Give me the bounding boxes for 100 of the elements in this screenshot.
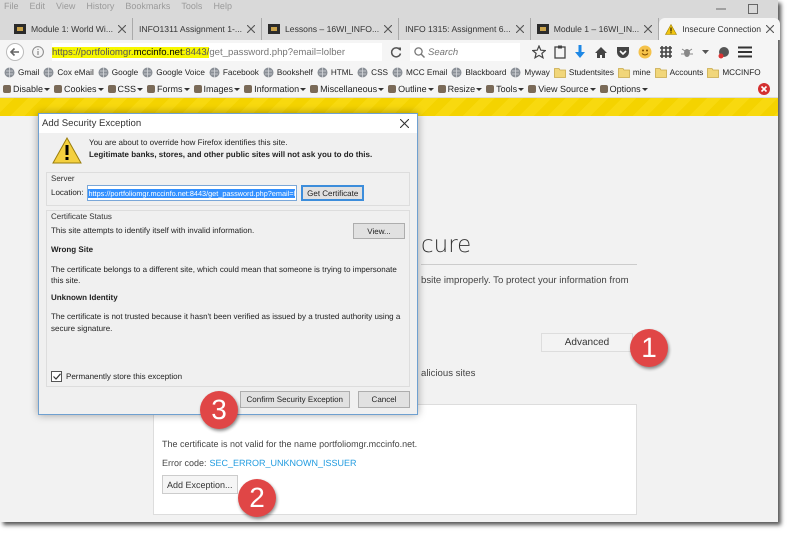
caret-icon	[44, 88, 50, 90]
dialog-button[interactable]: Confirm Security Exception	[240, 391, 350, 408]
site-icon	[536, 24, 549, 34]
checkbox-label: Permanently store this exception	[66, 370, 182, 382]
caret-icon	[184, 88, 190, 90]
bookmark[interactable]: Google Voice	[142, 67, 205, 78]
toolbar-menu[interactable]: Cookies	[53, 84, 104, 94]
star-icon[interactable]	[532, 45, 546, 59]
bookmark[interactable]: Blackboard	[451, 67, 506, 78]
page-heading: cure	[421, 232, 472, 258]
toolbar-menu[interactable]: Tools	[485, 84, 524, 94]
dialog-text: You are about to override how Firefox identifies this site.	[89, 137, 288, 149]
caret-icon[interactable]	[702, 50, 709, 54]
browser-tab[interactable]: Insecure Connection	[659, 18, 780, 40]
bookmark[interactable]: Google	[98, 67, 138, 78]
menu-icon[interactable]	[738, 46, 752, 58]
bookmark[interactable]: Facebook	[208, 67, 259, 78]
toolbar-menu[interactable]: Options	[598, 84, 648, 94]
site-icon	[268, 24, 280, 34]
panel-text: The certificate is not valid for the name portfoliomgr.mccinfo.net.	[162, 439, 418, 449]
search-icon	[414, 47, 425, 58]
close-icon[interactable]	[118, 25, 126, 33]
caret-icon	[642, 88, 648, 90]
folder-icon	[654, 67, 667, 78]
add-exception-button[interactable]: Add Exception...	[162, 475, 238, 494]
toolbar-menu[interactable]: Forms	[146, 84, 190, 94]
globe-icon	[451, 67, 462, 78]
bookmark[interactable]: MCC Email	[392, 67, 448, 78]
toolbar-menu[interactable]: Miscellaneous	[309, 84, 384, 94]
folder-icon	[618, 67, 630, 78]
maximize-icon[interactable]	[748, 4, 758, 14]
bookmark[interactable]: Bookshelf	[262, 67, 313, 78]
close-icon[interactable]	[644, 25, 652, 33]
close-icon[interactable]	[247, 25, 256, 33]
bookmark[interactable]: Studentsites	[554, 67, 614, 78]
globe-icon	[208, 67, 220, 78]
bookmark[interactable]: Myway	[510, 67, 550, 78]
toolbar-menu[interactable]: Resize	[436, 84, 482, 94]
globe-icon	[98, 67, 109, 78]
download-icon[interactable]	[574, 45, 586, 59]
page-text: alicious sites	[421, 368, 476, 380]
toolbar-menu[interactable]: CSS	[106, 84, 144, 94]
section-text: The certificate is not trusted because it hasn't been verified as issued by a trusted authority using a secure signature.	[51, 311, 402, 335]
toolbar-menu[interactable]: Images	[192, 84, 240, 94]
globe-icon	[142, 67, 154, 78]
globe-icon	[43, 67, 54, 78]
advanced-button[interactable]: Advanced	[541, 333, 633, 352]
back-icon[interactable]	[6, 43, 24, 61]
page-text: bsite improperly. To protect your information from	[421, 275, 630, 287]
toolbar-menu[interactable]: Disable	[2, 84, 50, 94]
info-icon[interactable]	[32, 46, 44, 58]
error-label: Error code:	[162, 458, 207, 468]
search-field[interactable]: Search	[410, 43, 520, 61]
caret-icon	[137, 88, 144, 90]
folder-icon	[554, 67, 566, 78]
bookmark[interactable]: HTML	[316, 67, 354, 78]
bookmark[interactable]: Cox eMail	[43, 67, 94, 78]
bookmark[interactable]: Accounts	[654, 67, 704, 78]
close-icon[interactable]	[400, 119, 409, 128]
close-icon[interactable]	[516, 25, 524, 33]
toolbar-menu[interactable]: Outline	[387, 84, 434, 94]
globe-icon	[4, 67, 15, 78]
bookmark[interactable]: MCCINFO	[707, 67, 761, 78]
caret-icon	[378, 88, 384, 90]
clipboard-icon[interactable]	[554, 45, 566, 59]
shield-icon[interactable]	[616, 46, 630, 58]
group-legend: Certificate Status	[51, 212, 405, 221]
globe-icon	[392, 67, 403, 78]
caret-icon	[300, 88, 306, 90]
globe-icon	[357, 67, 368, 78]
section-heading: Wrong Site	[51, 244, 94, 256]
bookmark[interactable]: Gmail	[4, 67, 40, 78]
globe-icon	[262, 67, 274, 78]
bookmark[interactable]: mine	[618, 67, 651, 78]
checkbox[interactable]	[51, 370, 62, 382]
home-icon[interactable]	[594, 46, 608, 58]
toolbar-menu[interactable]: View Source	[527, 84, 596, 94]
location-label: Location:	[51, 187, 84, 199]
section-heading: Unknown Identity	[51, 292, 119, 304]
folder-icon	[707, 67, 720, 78]
caret-icon	[476, 88, 482, 90]
bug-icon[interactable]	[680, 46, 694, 58]
group-legend: Server	[51, 174, 405, 183]
site-icon	[14, 24, 26, 34]
toolbar-menu[interactable]: Information	[243, 84, 306, 94]
globe-icon	[316, 67, 328, 78]
close-icon[interactable]	[766, 25, 774, 33]
close-icon[interactable]	[384, 25, 392, 33]
bookmark[interactable]: CSS	[357, 67, 388, 78]
reload-icon[interactable]	[390, 46, 402, 58]
grid-icon[interactable]	[660, 46, 672, 58]
get-certificate-button[interactable]: Get Certificate	[301, 185, 364, 201]
caret-icon	[428, 88, 434, 90]
caret-icon	[98, 88, 104, 90]
dialog-warning: Legitimate banks, stores, and other public sites will not ask you to do this.	[89, 148, 372, 160]
globe-icon	[510, 67, 522, 78]
smiley-icon[interactable]	[638, 45, 652, 59]
dialog-button[interactable]: Cancel	[358, 391, 410, 408]
warning-icon	[665, 24, 678, 34]
view-button[interactable]: View...	[353, 223, 405, 239]
